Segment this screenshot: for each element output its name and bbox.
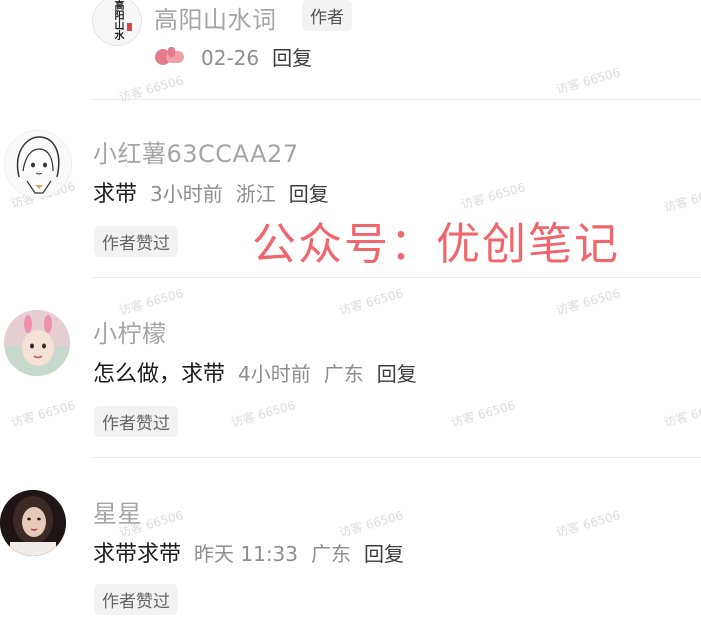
comment-location: 广东 bbox=[311, 542, 352, 566]
divider bbox=[92, 99, 701, 100]
baby-avatar-image bbox=[4, 310, 70, 376]
comment-time: 昨天 11:33 bbox=[194, 542, 299, 566]
avatar[interactable]: 高阳山水 bbox=[92, 0, 142, 46]
comment-text: 怎么做，求带 bbox=[93, 362, 226, 387]
thumbs-up-icon bbox=[154, 45, 188, 73]
comment-location: 广东 bbox=[323, 362, 364, 386]
comment-meta-line: 02-26 回复 bbox=[154, 42, 312, 73]
liked-by-author-badge: 作者赞过 bbox=[94, 584, 178, 615]
comment-time: 3小时前 bbox=[150, 182, 223, 206]
comment-time: 4小时前 bbox=[238, 362, 311, 386]
comment-author-name[interactable]: 星星 bbox=[93, 494, 142, 529]
reply-button[interactable]: 回复 bbox=[377, 362, 417, 386]
comment-line: 求带求带 昨天 11:33 广东 回复 bbox=[93, 536, 404, 568]
watermark: 访客 66506 bbox=[554, 286, 622, 318]
author-badge: 作者 bbox=[302, 0, 352, 31]
avatar[interactable] bbox=[0, 490, 66, 556]
liked-by-author-badge: 作者赞过 bbox=[94, 226, 178, 257]
sketch-girl-avatar-image bbox=[5, 131, 71, 197]
watermark: 访客 66506 bbox=[554, 508, 622, 540]
watermark: 访客 66506 bbox=[662, 398, 701, 430]
comment-text: 求带 bbox=[93, 182, 138, 207]
comment-line: 怎么做，求带 4小时前 广东 回复 bbox=[93, 356, 417, 388]
reply-button[interactable]: 回复 bbox=[364, 542, 404, 566]
watermark: 访客 66506 bbox=[117, 73, 185, 105]
girl-portrait-avatar-image bbox=[0, 490, 66, 556]
divider bbox=[92, 277, 701, 278]
liked-by-author-badge: 作者赞过 bbox=[94, 406, 178, 437]
watermark: 访客 66506 bbox=[337, 286, 405, 318]
comment-line: 求带 3小时前 浙江 回复 bbox=[93, 176, 329, 208]
comment-text: 求带求带 bbox=[93, 542, 182, 567]
avatar-calligraphy: 高阳山水 bbox=[112, 0, 123, 40]
reply-button[interactable]: 回复 bbox=[289, 182, 329, 206]
comment-date: 02-26 bbox=[201, 46, 260, 70]
avatar[interactable] bbox=[4, 130, 72, 198]
watermark: 访客 66506 bbox=[449, 398, 517, 430]
comment-author-name[interactable]: 小柠檬 bbox=[93, 314, 167, 349]
comment-author-name[interactable]: 小红薯63CCAA27 bbox=[93, 134, 299, 169]
divider bbox=[92, 457, 701, 458]
avatar[interactable] bbox=[4, 310, 70, 376]
watermark: 访客 66506 bbox=[9, 398, 77, 430]
promo-overlay-text: 公众号：优创笔记 bbox=[252, 219, 620, 270]
reply-button[interactable]: 回复 bbox=[272, 46, 312, 70]
watermark: 访客 66506 bbox=[662, 183, 701, 215]
watermark: 访客 66506 bbox=[554, 65, 622, 97]
watermark: 访客 66506 bbox=[229, 398, 297, 430]
comment-location: 浙江 bbox=[235, 182, 276, 206]
comment-author-name[interactable]: 高阳山水词 bbox=[154, 0, 277, 35]
